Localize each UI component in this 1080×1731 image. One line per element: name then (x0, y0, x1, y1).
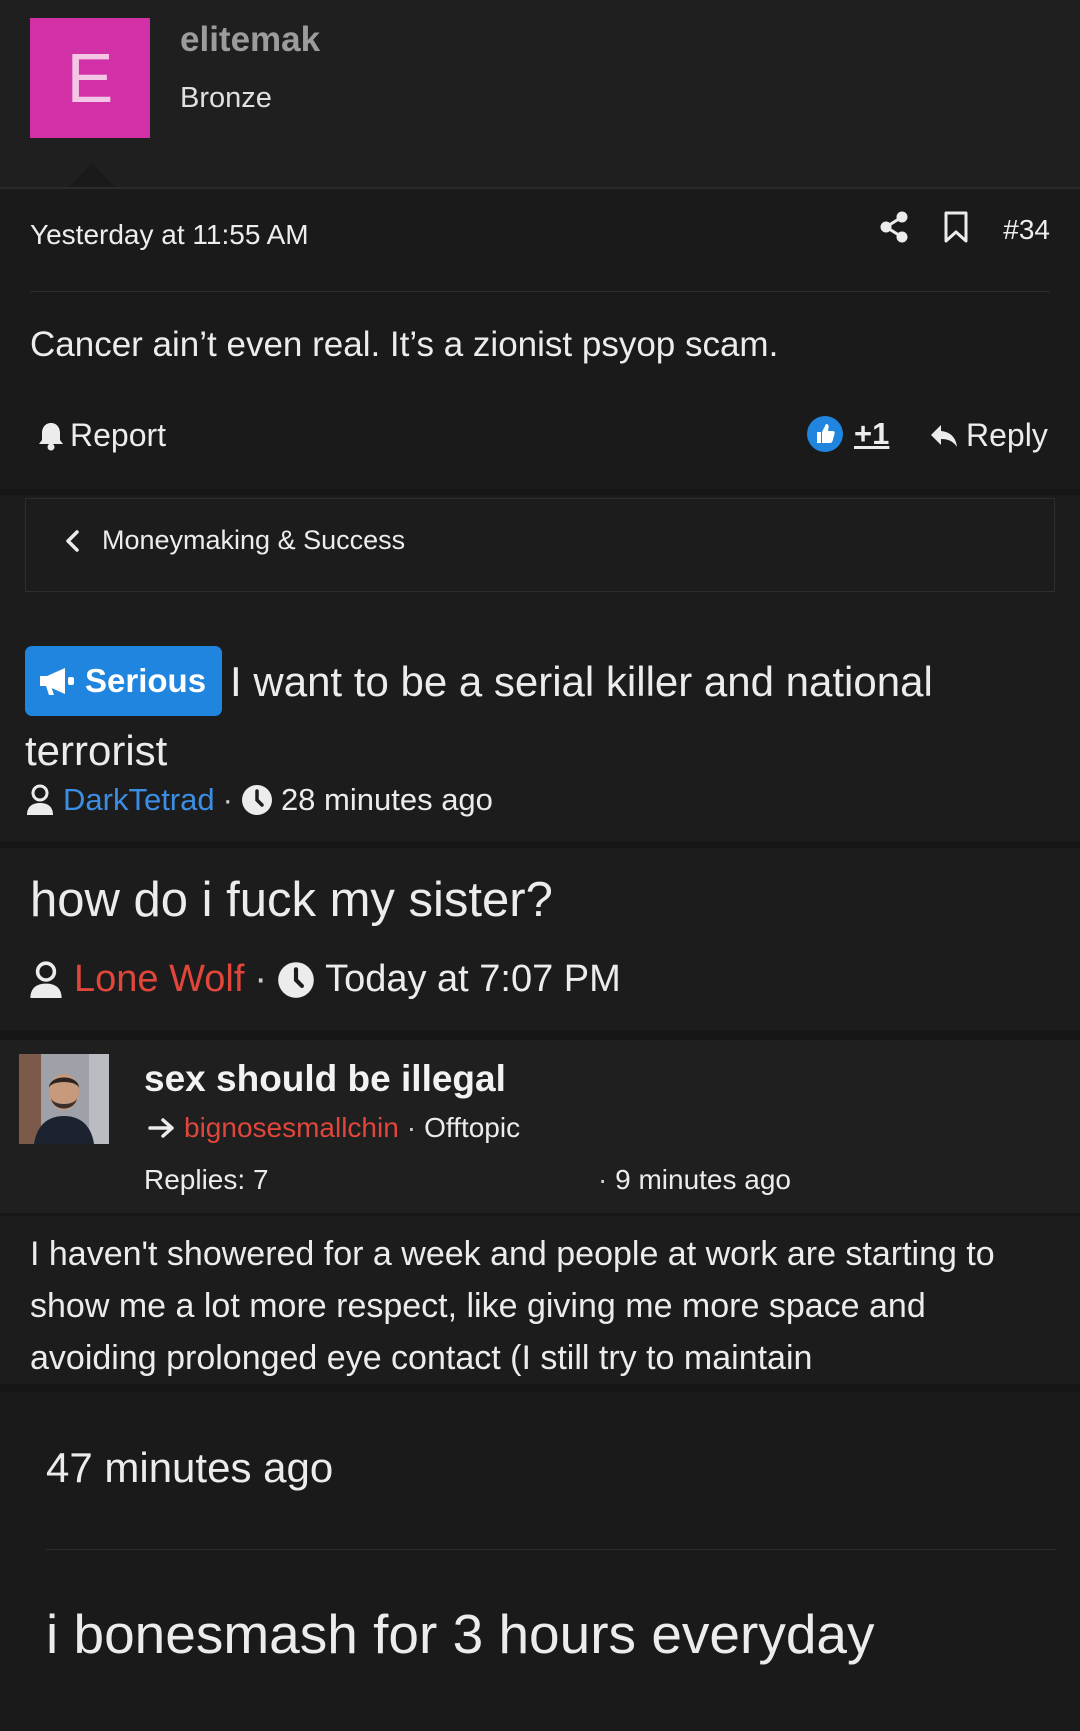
prefix-label: Serious (85, 662, 207, 699)
divider (0, 489, 1080, 495)
thread-title[interactable]: how do i fuck my sister? (30, 872, 553, 928)
reply-icon (931, 424, 957, 447)
reply-label: Reply (966, 417, 1048, 453)
avatar[interactable] (19, 1054, 109, 1144)
post-message: Cancer ain’t even real. It’s a zionist p… (30, 325, 779, 364)
chevron-left-icon (66, 529, 79, 552)
user-icon (27, 784, 53, 815)
thread-meta: DarkTetrad · 28 minutes ago (25, 782, 493, 818)
thread-time: 9 minutes ago (615, 1164, 791, 1195)
avatar-photo (19, 1054, 109, 1144)
post-actions: #34 (879, 211, 1050, 248)
thread-item[interactable]: how do i fuck my sister? Lone Wolf · Tod… (0, 848, 1080, 1028)
arrow-right-icon (148, 1118, 174, 1138)
bell-icon (39, 422, 63, 450)
thread-title[interactable]: Serious I want to be a serial killer and… (25, 646, 1015, 782)
clock-icon (241, 785, 272, 815)
breadcrumb[interactable]: Moneymaking & Success (25, 498, 1055, 592)
avatar-letter: E (66, 39, 114, 117)
divider (46, 1549, 1056, 1550)
thread-meta: Lone Wolf · Today at 7:07 PM (28, 958, 621, 1001)
activity-item[interactable]: 47 minutes ago i bonesmash for 3 hours e… (0, 1392, 1080, 1731)
reply-count: Replies: 7 (144, 1164, 269, 1195)
user-icon (30, 960, 62, 998)
activity-time: 47 minutes ago (46, 1444, 334, 1491)
megaphone-icon (40, 668, 74, 695)
thread-title[interactable]: sex should be illegal (144, 1058, 506, 1100)
thread-author[interactable]: bignosesmallchin (184, 1112, 399, 1144)
excerpt-text: I haven't showered for a week and people… (30, 1235, 995, 1377)
post-date[interactable]: Yesterday at 11:55 AM (30, 219, 309, 251)
divider (0, 1384, 1080, 1392)
reply-button[interactable]: Reply (928, 417, 1048, 454)
reaction-summary[interactable]: +1 (806, 415, 889, 453)
thread-forum[interactable]: Offtopic (424, 1112, 520, 1144)
prefix-badge[interactable]: Serious (25, 646, 223, 716)
thread-excerpt[interactable]: I haven't showered for a week and people… (0, 1216, 1080, 1384)
report-label: Report (70, 417, 167, 453)
post-username[interactable]: elitemak (180, 20, 320, 60)
thread-time: 28 minutes ago (280, 782, 493, 817)
report-button[interactable]: Report (36, 417, 166, 454)
post-author-header: E elitemak Bronze (0, 0, 1080, 189)
thread-item[interactable]: sex should be illegal bignosesmallchin ·… (0, 1040, 1080, 1213)
post-body: Yesterday at 11:55 AM #34 Cancer ain’t e… (0, 189, 1080, 489)
thread-meta: bignosesmallchin · Offtopic (148, 1112, 520, 1144)
thread-time-wrap: · 9 minutes ago (598, 1164, 791, 1195)
avatar[interactable]: E (30, 18, 150, 138)
activity-text: i bonesmash for 3 hours everyday (46, 1603, 875, 1665)
breadcrumb-label: Moneymaking & Success (102, 525, 406, 555)
clock-icon (278, 961, 314, 998)
reaction-count[interactable]: +1 (854, 416, 889, 452)
thumbs-up-icon (807, 416, 843, 452)
thread-time: Today at 7:07 PM (325, 958, 621, 1000)
share-icon[interactable] (879, 211, 909, 248)
thread-author[interactable]: Lone Wolf (74, 958, 244, 1001)
divider (30, 291, 1050, 292)
post-number[interactable]: #34 (1003, 214, 1050, 246)
user-rank: Bronze (180, 82, 272, 114)
bookmark-icon[interactable] (943, 211, 969, 248)
divider (0, 1030, 1080, 1040)
thread-author[interactable]: DarkTetrad (63, 782, 215, 818)
thread-item[interactable]: Serious I want to be a serial killer and… (0, 620, 1080, 842)
speech-pointer (68, 163, 116, 188)
